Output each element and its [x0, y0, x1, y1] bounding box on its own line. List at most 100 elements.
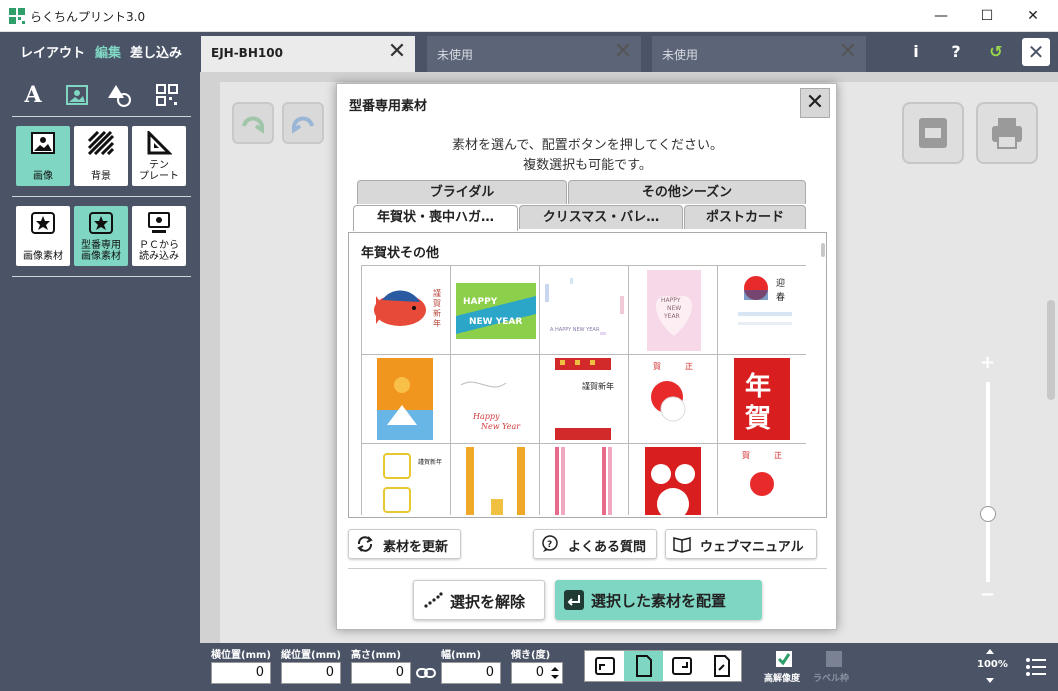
stripes-icon	[88, 131, 114, 155]
close-editor-button[interactable]: ✕	[1022, 38, 1050, 66]
thumbnail[interactable]: 謹 賀 新 年	[362, 266, 451, 355]
thumbnail[interactable]	[451, 444, 540, 515]
y-position-field[interactable]: 0	[281, 662, 341, 684]
vertical-scrollbar[interactable]	[1047, 300, 1055, 400]
tile-image[interactable]: 画像	[16, 126, 70, 186]
deselect-button[interactable]: 選択を解除	[413, 580, 545, 620]
zoom-slider-track[interactable]	[986, 382, 990, 582]
rotate-left-icon	[595, 657, 615, 675]
close-window-button[interactable]: ✕	[1010, 0, 1056, 32]
portrait-button[interactable]	[624, 651, 663, 681]
tile-load-from-pc[interactable]: ＰＣから 読み込み	[132, 206, 186, 266]
zoom-up-icon[interactable]	[984, 646, 996, 656]
rotate-left-button[interactable]	[585, 651, 624, 681]
thumbnail-image	[645, 447, 701, 515]
tile-template[interactable]: テン プレート	[132, 126, 186, 186]
text-tool-icon[interactable]: A	[18, 80, 48, 110]
thumbnail[interactable]	[540, 444, 629, 515]
svg-text:Happy: Happy	[472, 412, 500, 421]
high-res-checkbox[interactable]	[775, 650, 793, 668]
save-button[interactable]	[902, 102, 964, 164]
faq-button[interactable]: ? よくある質問	[533, 529, 657, 559]
thumbnail-image	[466, 447, 525, 515]
web-manual-button[interactable]: ウェブマニュアル	[665, 529, 817, 559]
qr-code-tool-icon[interactable]	[152, 80, 182, 110]
high-res-label: 高解像度	[764, 674, 801, 684]
thumbnail[interactable]: 賀 正	[629, 355, 718, 444]
thumbnail[interactable]: 年 賀	[718, 355, 806, 444]
mode-tabs: レイアウト 編集 差し込み	[0, 32, 200, 72]
svg-text:NEW: NEW	[667, 305, 681, 312]
tile-image-material[interactable]: 画像素材	[16, 206, 70, 266]
rotate-right-button[interactable]	[663, 651, 702, 681]
thumbnail[interactable]: HAPPY NEW YEAR	[629, 266, 718, 355]
height-field[interactable]: 0	[351, 662, 411, 684]
refresh-material-button[interactable]: 素材を更新	[348, 529, 461, 559]
close-tab-icon[interactable]: ✕	[609, 39, 637, 67]
link-aspect-icon[interactable]	[415, 664, 437, 682]
tab-new-year[interactable]: 年賀状・喪中ハガ…	[353, 205, 518, 231]
thumbnail[interactable]: 迎 春	[718, 266, 806, 355]
close-tab-icon[interactable]: ✕	[834, 39, 862, 67]
doc-tab-1[interactable]: EJH-BH100 ✕	[201, 36, 415, 72]
computer-icon	[148, 212, 170, 233]
doc-tab-label: 未使用	[662, 48, 699, 62]
page-icon	[636, 655, 652, 677]
list-menu-icon[interactable]	[1024, 655, 1048, 679]
orientation-group	[584, 650, 742, 682]
x-position-field[interactable]: 0	[211, 662, 271, 684]
close-icon: ✕	[1027, 8, 1039, 24]
panel-scrollbar[interactable]	[821, 243, 825, 257]
tile-background[interactable]: 背景	[74, 126, 128, 186]
image-tool-icon[interactable]	[62, 80, 92, 110]
help-button[interactable]: ?	[942, 38, 970, 66]
place-selected-button[interactable]: 選択した素材を配置	[555, 580, 762, 620]
redo-button[interactable]	[282, 102, 324, 144]
thumbnail[interactable]: 賀 正	[718, 444, 806, 515]
shapes-tool-icon[interactable]	[106, 80, 136, 110]
dialog-close-button[interactable]: ✕	[800, 88, 830, 118]
question-bubble-icon: ?	[542, 535, 558, 552]
undo-icon[interactable]: ↺	[982, 38, 1010, 66]
book-icon	[673, 537, 691, 553]
svg-text:YEAR: YEAR	[663, 313, 680, 320]
thumbnail[interactable]: HAPPY NEW YEAR	[451, 266, 540, 355]
tab-postcard[interactable]: ポストカード	[684, 205, 806, 229]
thumbnail[interactable]: 謹賀新年	[540, 355, 629, 444]
zoom-down-icon[interactable]	[984, 676, 996, 686]
thumbnail[interactable]	[362, 355, 451, 444]
zoom-slider-handle[interactable]	[980, 506, 996, 522]
close-tab-icon[interactable]: ✕	[383, 39, 411, 67]
label-frame-label: ラベル枠	[813, 674, 850, 684]
tab-edit[interactable]: 編集	[95, 42, 121, 61]
undo-button[interactable]	[232, 102, 274, 144]
label-frame-checkbox[interactable]	[825, 650, 843, 668]
print-button[interactable]	[976, 102, 1038, 164]
angle-stepper-icon[interactable]	[549, 664, 561, 682]
tab-christmas[interactable]: クリスマス・バレ…	[519, 205, 683, 229]
width-field[interactable]: 0	[441, 662, 501, 684]
rotate-180-button[interactable]	[702, 651, 741, 681]
doc-tab-3[interactable]: 未使用 ✕	[652, 36, 866, 72]
thumbnail[interactable]	[629, 444, 718, 515]
tab-bridal[interactable]: ブライダル	[357, 180, 567, 204]
zoom-out-icon[interactable]: −	[980, 584, 995, 605]
maximize-button[interactable]: ☐	[964, 0, 1010, 32]
refresh-icon	[357, 536, 373, 552]
zoom-in-icon[interactable]: +	[980, 352, 995, 373]
rotate-180-icon	[714, 655, 730, 677]
tile-model-material[interactable]: 型番専用 画像素材	[74, 206, 128, 266]
thumbnail-image	[555, 447, 612, 515]
tab-merge[interactable]: 差し込み	[130, 42, 182, 61]
tab-layout[interactable]: レイアウト	[20, 42, 85, 61]
thumbnail[interactable]: 謹賀新年	[362, 444, 451, 515]
tab-other-seasons[interactable]: その他シーズン	[568, 180, 806, 204]
info-button[interactable]: i	[902, 38, 930, 66]
svg-text:正: 正	[774, 451, 782, 460]
doc-tab-2[interactable]: 未使用 ✕	[427, 36, 641, 72]
svg-text:春: 春	[776, 291, 785, 303]
minimize-button[interactable]: —	[918, 0, 964, 32]
tile-label: 画像素材	[23, 251, 63, 262]
thumbnail[interactable]: Happy New Year	[451, 355, 540, 444]
thumbnail[interactable]: A HAPPY NEW YEAR	[540, 266, 629, 355]
